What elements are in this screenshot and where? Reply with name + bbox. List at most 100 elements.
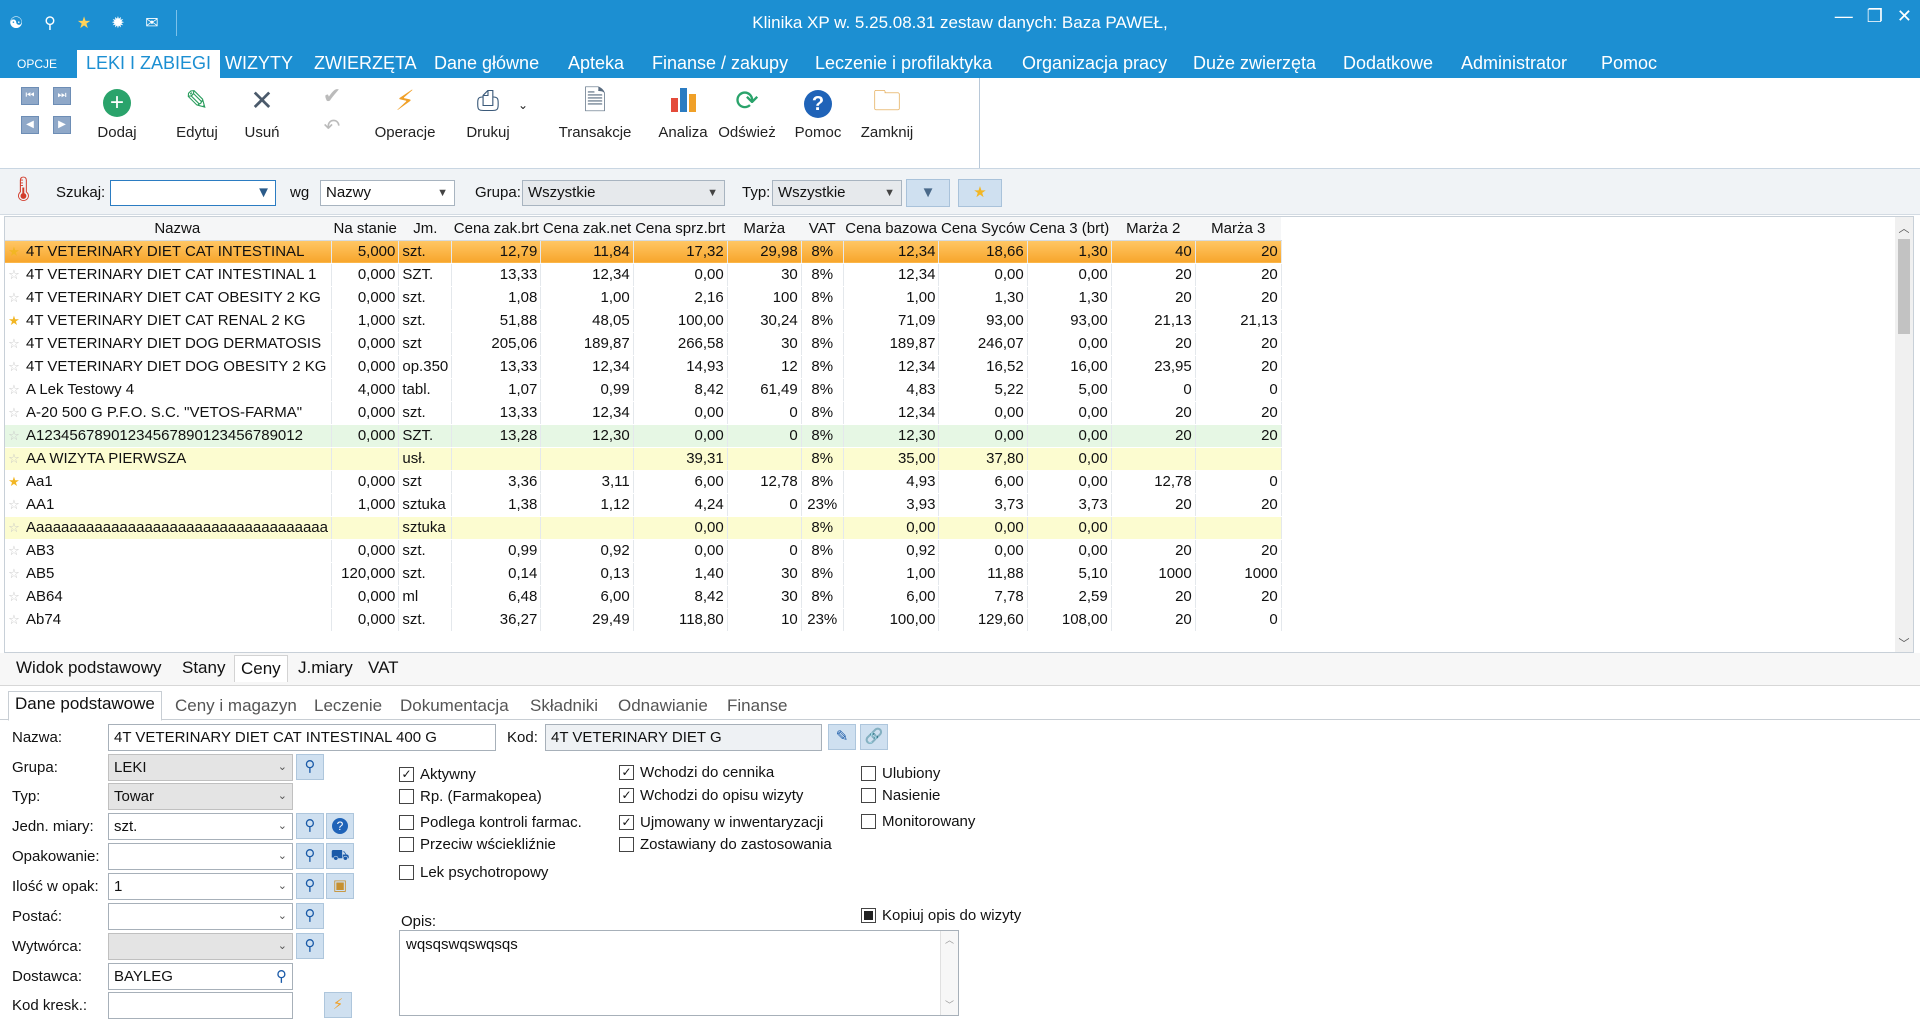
checkbox-aktywny[interactable]: ✓ Aktywny bbox=[399, 766, 476, 783]
confirm-button[interactable]: ✔ ↶ bbox=[316, 84, 348, 140]
search-by-select[interactable]: Nazwy ▼ bbox=[320, 180, 455, 206]
star-outline-icon[interactable]: ☆ bbox=[5, 424, 23, 448]
table-row[interactable]: ☆ A12345678901234567890123456789012 0,000 S… bbox=[5, 424, 1282, 448]
quantity-calc-button[interactable]: ▣ bbox=[326, 873, 354, 899]
prev-record-icon[interactable]: ◀ bbox=[21, 116, 39, 134]
table-row[interactable]: ☆ AB3 0,000 szt. 0,99 0,92 0,00 0 8% 0,92 0,00 0,00… bbox=[5, 539, 1282, 563]
checkbox-box[interactable]: ✓ bbox=[619, 765, 634, 780]
checkbox-box[interactable]: ✓ bbox=[399, 767, 414, 782]
menu-opcje[interactable]: OPCJE bbox=[8, 50, 66, 78]
star-outline-icon[interactable]: ☆ bbox=[5, 562, 23, 586]
tab-widok-podstawowy[interactable]: Widok podstawowy bbox=[10, 655, 168, 681]
menu-leczenie[interactable]: Leczenie i profilaktyka bbox=[806, 50, 1001, 78]
column-header[interactable]: Jm. bbox=[398, 217, 452, 241]
refresh-button[interactable]: ⟳ Odśwież bbox=[716, 84, 778, 141]
star-outline-icon[interactable]: ☆ bbox=[5, 493, 23, 517]
column-header[interactable]: Cena zak.net bbox=[540, 217, 634, 241]
barcode-field[interactable] bbox=[108, 992, 293, 1019]
star-outline-icon[interactable]: ☆ bbox=[5, 332, 23, 356]
favorite-star-icon[interactable]: ★ bbox=[5, 240, 23, 264]
checkbox-box[interactable] bbox=[861, 788, 876, 803]
checkbox-kopiuj-opis[interactable]: Kopiuj opis do wizyty bbox=[861, 907, 1021, 924]
maximize-icon[interactable]: ❐ bbox=[1867, 6, 1883, 27]
menu-administrator[interactable]: Administrator bbox=[1452, 50, 1576, 78]
group-search-button[interactable]: ⚲ bbox=[296, 754, 324, 780]
edit-code-button[interactable]: ✎ bbox=[828, 724, 856, 750]
menu-duze-zwierzeta[interactable]: Duże zwierzęta bbox=[1184, 50, 1325, 78]
table-row[interactable]: ☆ AB64 0,000 ml 6,48 6,00 8,42 30 8% 6,00 7,78 2,59… bbox=[5, 585, 1282, 609]
search-icon[interactable]: ⚲ bbox=[276, 964, 287, 989]
group-filter-select[interactable]: Wszystkie ▼ bbox=[522, 180, 725, 206]
checkbox-box[interactable]: ✓ bbox=[619, 788, 634, 803]
menu-zwierzeta[interactable]: ZWIERZĘTA bbox=[305, 50, 426, 78]
unit-select[interactable]: szt. ⌄ bbox=[108, 813, 293, 840]
manufacturer-select[interactable]: ⌄ bbox=[108, 933, 293, 960]
help-button[interactable]: ? Pomoc bbox=[792, 84, 844, 141]
package-search-button[interactable]: ⚲ bbox=[296, 843, 324, 869]
operations-button[interactable]: ⚡ Operacje bbox=[370, 84, 440, 141]
table-row[interactable]: ☆ A Lek Testowy 4 4,000 tabl. 1,07 0,99 8,42 61… bbox=[5, 378, 1282, 402]
form-type-search-button[interactable]: ⚲ bbox=[296, 903, 324, 929]
table-row[interactable]: ☆ 4T VETERINARY DIET DOG DERMATOSIS 0,000 s… bbox=[5, 332, 1282, 356]
star-outline-icon[interactable]: ☆ bbox=[5, 263, 23, 287]
edit-button[interactable]: ✎ Edytuj bbox=[170, 84, 224, 141]
transactions-button[interactable]: 🗎 Transakcje bbox=[555, 84, 635, 141]
column-header[interactable]: Cena bazowa bbox=[843, 217, 939, 241]
column-header[interactable]: Marża bbox=[727, 217, 802, 241]
column-header[interactable]: Cena sprz.brt bbox=[633, 217, 728, 241]
star-outline-icon[interactable]: ☆ bbox=[5, 585, 23, 609]
checkbox-lek-psychotropowy[interactable]: Lek psychotropowy bbox=[399, 864, 548, 881]
code-field[interactable]: 4T VETERINARY DIET G bbox=[545, 724, 822, 751]
checkbox-podlega-kontroli[interactable]: Podlega kontroli farmac. bbox=[399, 814, 582, 831]
scroll-up-icon[interactable]: ︿ bbox=[1895, 220, 1913, 236]
tab-skladniki[interactable]: Składniki bbox=[524, 694, 604, 718]
menu-pomoc[interactable]: Pomoc bbox=[1592, 50, 1666, 78]
checkbox-rp-farmakopea[interactable]: Rp. (Farmakopea) bbox=[399, 788, 542, 805]
minimize-icon[interactable]: — bbox=[1835, 6, 1853, 27]
favorites-filter-button[interactable]: ★ bbox=[958, 179, 1002, 207]
column-header[interactable]: VAT bbox=[801, 217, 844, 241]
close-button[interactable]: 🗀 Zamknij bbox=[856, 84, 918, 141]
table-row[interactable]: ☆ AA WIZYTA PIERWSZA usł. 39,31 8% 35,00 37,80… bbox=[5, 447, 1282, 471]
menu-dodatkowe[interactable]: Dodatkowe bbox=[1334, 50, 1442, 78]
package-truck-button[interactable]: ⛟ bbox=[326, 843, 354, 869]
tab-odnawianie[interactable]: Odnawianie bbox=[612, 694, 714, 718]
table-row[interactable]: ☆ Ab74 0,000 szt. 36,27 29,49 118,80 10 23% 100,0… bbox=[5, 608, 1282, 632]
unit-help-button[interactable]: ? bbox=[326, 813, 354, 839]
analysis-button[interactable]: Analiza bbox=[655, 84, 711, 141]
table-row[interactable]: ★ 4T VETERINARY DIET CAT RENAL 2 KG 1,000 s… bbox=[5, 309, 1282, 333]
column-header[interactable]: Nazwa bbox=[23, 217, 332, 241]
star-outline-icon[interactable]: ☆ bbox=[5, 286, 23, 310]
checkbox-box[interactable] bbox=[399, 789, 414, 804]
last-record-icon[interactable]: ▶ bbox=[53, 116, 71, 134]
column-header[interactable]: Cena zak.brt bbox=[451, 217, 541, 241]
checkbox-przeciw-wsciekliznie[interactable]: Przeciw wściekliźnie bbox=[399, 836, 556, 853]
checkbox-wchodzi-do-cennika[interactable]: ✓ Wchodzi do cennika bbox=[619, 764, 774, 781]
type-filter-select[interactable]: Wszystkie ▼ bbox=[772, 180, 902, 206]
checkbox-nasienie[interactable]: Nasienie bbox=[861, 787, 940, 804]
table-row[interactable]: ★ 4T VETERINARY DIET CAT INTESTINAL 5,000 s… bbox=[5, 240, 1282, 264]
name-field[interactable]: 4T VETERINARY DIET CAT INTESTINAL 400 G bbox=[108, 724, 496, 751]
group-select[interactable]: LEKI ⌄ bbox=[108, 754, 293, 781]
chevron-down-icon[interactable]: ⌄ bbox=[518, 98, 528, 112]
grid-scrollbar[interactable]: ︿ ﹀ bbox=[1895, 217, 1913, 652]
star-outline-icon[interactable]: ☆ bbox=[5, 378, 23, 402]
column-header[interactable]: Cena 3 (brt) bbox=[1027, 217, 1112, 241]
star-outline-icon[interactable]: ☆ bbox=[5, 608, 23, 632]
checkbox-monitorowany[interactable]: Monitorowany bbox=[861, 813, 975, 830]
first-record-icon[interactable]: ⏮ bbox=[21, 87, 39, 105]
column-header[interactable]: Marża 2 bbox=[1111, 217, 1196, 241]
form-type-select[interactable]: ⌄ bbox=[108, 903, 293, 930]
checkbox-box[interactable] bbox=[399, 837, 414, 852]
scroll-thumb[interactable] bbox=[1898, 239, 1910, 334]
package-select[interactable]: ⌄ bbox=[108, 843, 293, 870]
menu-wizyty[interactable]: WIZYTY bbox=[216, 50, 302, 78]
print-button[interactable]: ⎙ Drukuj bbox=[462, 84, 514, 141]
favorite-star-icon[interactable]: ★ bbox=[5, 309, 23, 333]
search-input[interactable]: ▼ bbox=[110, 180, 276, 206]
filter-button[interactable]: ▼ bbox=[906, 179, 950, 207]
unit-search-button[interactable]: ⚲ bbox=[296, 813, 324, 839]
favorite-star-icon[interactable]: ★ bbox=[5, 470, 23, 494]
column-header[interactable]: Marża 3 bbox=[1195, 217, 1282, 241]
tab-jmiary[interactable]: J.miary bbox=[292, 655, 359, 681]
